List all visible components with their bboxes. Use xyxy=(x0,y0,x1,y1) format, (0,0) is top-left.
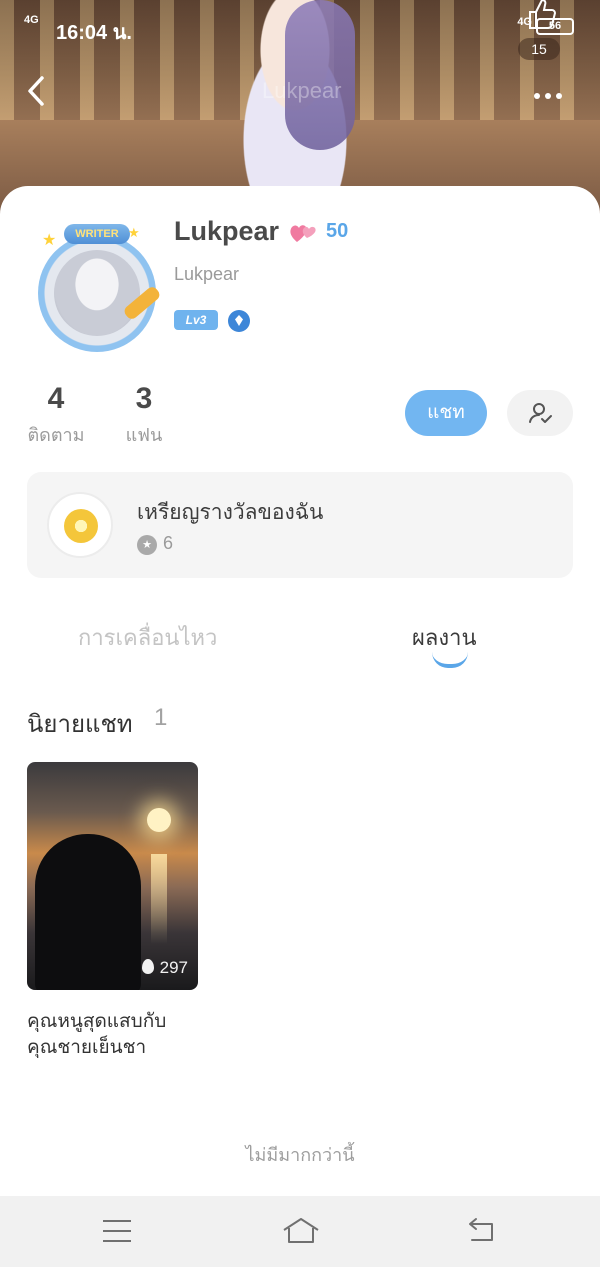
following-count: 4 xyxy=(47,382,65,415)
section-count: 1 xyxy=(154,704,168,731)
follow-button[interactable] xyxy=(507,390,573,436)
medal-star-icon: ★ xyxy=(137,535,157,555)
medals-card[interactable]: เหรียญรางวัลของฉัน ★ 6 xyxy=(27,472,573,578)
chat-button[interactable]: แชท xyxy=(405,390,487,436)
level-badge: Lv3 xyxy=(174,310,218,330)
more-options-icon[interactable] xyxy=(534,84,574,99)
medals-title: เหรียญรางวัลของฉัน xyxy=(137,500,324,524)
story-views-count: 297 xyxy=(159,958,188,977)
fans-stat[interactable]: 3 แฟน xyxy=(118,382,170,449)
profile-name: Lukpear xyxy=(174,216,280,246)
following-label: ติดตาม xyxy=(27,425,85,446)
tab-active-indicator xyxy=(432,652,468,668)
flame-icon xyxy=(141,959,154,974)
star-icon: ★ xyxy=(128,226,140,241)
heart-count: 50 xyxy=(326,220,349,242)
story-card[interactable]: 297 xyxy=(27,762,198,990)
tab-activity[interactable]: การเคลื่อนไหว xyxy=(78,620,217,655)
profile-handle: Lukpear xyxy=(174,264,240,284)
menu-icon[interactable] xyxy=(103,1220,131,1242)
following-stat[interactable]: 4 ติดตาม xyxy=(26,382,86,449)
home-icon[interactable] xyxy=(281,1216,321,1246)
status-time: 16:04 น. xyxy=(56,22,132,44)
diamond-badge-icon xyxy=(228,310,250,332)
back-icon[interactable] xyxy=(466,1216,498,1246)
status-bar: 4G 16:04 น. 4G 56 xyxy=(24,12,576,44)
writer-badge: WRITER xyxy=(64,224,130,244)
profile-sheet: WRITER ★ ★ Lukpear 50 Lukpear Lv3 4 ติดต… xyxy=(0,186,600,1196)
hearts-icon xyxy=(290,225,316,242)
fans-count: 3 xyxy=(135,382,153,415)
section-title: นิยายแชท xyxy=(27,710,133,738)
medal-icon xyxy=(47,492,113,558)
like-count-badge: 15 xyxy=(518,38,560,60)
medals-count: 6 xyxy=(163,533,174,553)
story-cover-image xyxy=(27,762,198,990)
cover-watermark: Lukpear xyxy=(262,78,342,103)
star-icon: ★ xyxy=(42,230,57,249)
user-check-icon xyxy=(529,403,552,423)
back-arrow-icon[interactable] xyxy=(22,74,52,108)
system-nav-bar xyxy=(0,1196,600,1267)
tab-works[interactable]: ผลงาน xyxy=(412,620,477,655)
thumbs-up-icon[interactable] xyxy=(524,0,558,30)
story-views: 297 xyxy=(141,958,188,978)
avatar[interactable]: WRITER ★ ★ xyxy=(30,222,164,352)
end-of-list-text: ไม่มีมากกว่านี้ xyxy=(245,1145,355,1166)
avatar-image xyxy=(54,250,140,336)
signal-indicator: 4G xyxy=(24,14,39,26)
fans-label: แฟน xyxy=(125,425,163,446)
story-title[interactable]: คุณหนูสุดแสบกับคุณชายเย็นชา xyxy=(27,1008,227,1060)
